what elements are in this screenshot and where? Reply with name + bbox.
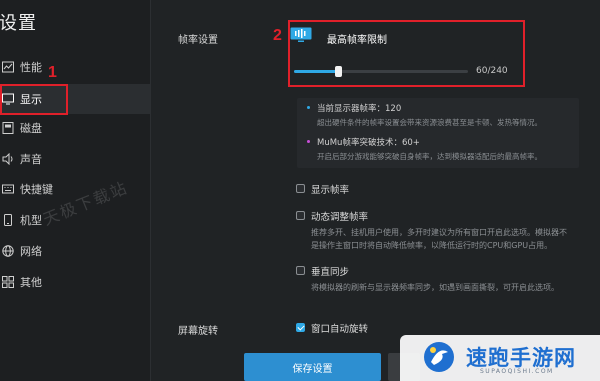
chart-icon (2, 61, 14, 73)
sidebar-item-label: 机型 (20, 214, 42, 227)
settings-sidebar: 设置 性能 显示 磁盘 声音 快捷键 机型 网络 其他 天极下载站 (0, 0, 151, 381)
auto-rotate-label: 窗口自动旋转 (311, 324, 369, 335)
speaker-icon (2, 153, 14, 165)
sidebar-item-label: 快捷键 (20, 183, 53, 196)
mumu-framerate-tech: MuMu帧率突破技术：60+ (317, 138, 420, 148)
sidebar-item-disk[interactable]: 磁盘 (0, 113, 150, 143)
brand-logo-icon (422, 340, 456, 374)
vsync-label: 垂直同步 (311, 267, 350, 278)
sidebar-item-sound[interactable]: 声音 (0, 144, 150, 174)
sidebar-item-label: 磁盘 (20, 122, 42, 135)
auto-rotate-checkbox[interactable] (296, 323, 305, 332)
dynamic-fps-desc-line2: 是操作主窗口时将自动降低帧率，以降低运行时的CPU和GPU占用。 (311, 241, 553, 250)
vsync-checkbox[interactable] (296, 266, 305, 275)
current-display-desc: 超出硬件条件的帧率设置会带来资源浪费甚至是卡顿、发热等情况。 (317, 118, 542, 127)
vsync-desc: 将模拟器的刷新与显示器频率同步，如遇到画面撕裂，可开启此选项。 (311, 283, 559, 292)
sidebar-item-network[interactable]: 网络 (0, 236, 150, 266)
dynamic-fps-desc-line1: 推荐多开、挂机用户使用，多开时建议为所有窗口开启此选项。模拟器不 (311, 228, 567, 237)
dynamic-fps-label: 动态调整帧率 (311, 212, 369, 223)
current-display-framerate: 当前显示器帧率：120 (317, 104, 402, 114)
phone-icon (2, 214, 14, 226)
disk-icon (2, 122, 14, 134)
sidebar-item-label: 网络 (20, 245, 42, 258)
dynamic-fps-checkbox[interactable] (296, 211, 305, 220)
settings-title: 设置 (0, 13, 37, 34)
show-fps-checkbox[interactable] (296, 184, 305, 193)
sidebar-item-label: 其他 (20, 276, 42, 289)
grid-icon (2, 276, 14, 288)
sidebar-item-label: 性能 (20, 61, 42, 74)
sidebar-item-performance[interactable]: 性能 (0, 52, 150, 82)
info-dot-purple (307, 140, 310, 143)
rotation-section-label: 屏幕旋转 (178, 326, 218, 337)
keyboard-icon (2, 183, 14, 195)
sidebar-item-other[interactable]: 其他 (0, 267, 150, 297)
mumu-framerate-desc: 开启后部分游戏能够突破自身帧率，达到模拟器适配后的最高帧率。 (317, 152, 542, 161)
sidebar-item-label: 声音 (20, 153, 42, 166)
save-settings-button[interactable]: 保存设置 (244, 353, 381, 381)
brand-url: SUPAOQISHI.COM (480, 368, 554, 375)
framerate-section-label: 帧率设置 (178, 35, 218, 46)
annotation-number-2: 2 (273, 27, 282, 44)
globe-icon (2, 245, 14, 257)
annotation-number-1: 1 (48, 64, 57, 81)
show-fps-label: 显示帧率 (311, 185, 350, 196)
brand-watermark: 速跑手游网 SUPAOQISHI.COM (400, 335, 600, 381)
info-dot-blue (307, 106, 310, 109)
annotation-box-2 (288, 20, 525, 87)
annotation-box-1 (0, 84, 68, 115)
